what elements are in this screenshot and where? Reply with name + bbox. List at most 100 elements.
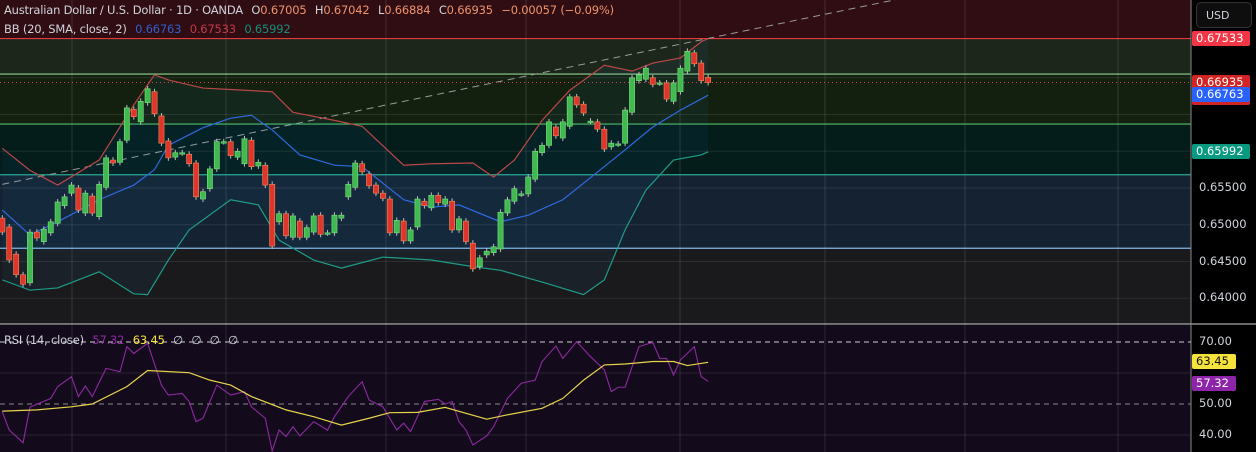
- candle-up: [622, 109, 628, 144]
- chart-canvas[interactable]: [0, 0, 1256, 452]
- symbol-legend[interactable]: Australian Dollar / U.S. Dollar · 1D · O…: [4, 3, 619, 17]
- candle-up: [96, 184, 103, 217]
- rsi-tick-label: 50.00: [1199, 396, 1232, 410]
- candle-down: [283, 213, 289, 237]
- candle-down: [158, 115, 165, 144]
- bb-upper-value: 0.67533: [189, 22, 236, 36]
- candle-down: [359, 163, 366, 173]
- candle-down: [20, 274, 26, 285]
- candle-up: [642, 67, 649, 80]
- candle-down: [663, 82, 670, 100]
- price-tick-label: 0.65500: [1199, 180, 1247, 194]
- candle-up: [483, 250, 490, 256]
- candle-up: [338, 214, 345, 219]
- candle-up: [456, 218, 462, 231]
- candle-down: [227, 141, 234, 156]
- rsi-extra-1: ∅: [173, 333, 183, 347]
- rsi-tick-label: 70.00: [1199, 334, 1232, 348]
- candle-up: [525, 176, 532, 195]
- candle-down: [421, 200, 428, 206]
- candle-down: [449, 200, 455, 231]
- candle-up: [497, 211, 504, 250]
- candle-up: [684, 50, 691, 72]
- candle-down: [13, 253, 20, 276]
- candle-up: [54, 201, 61, 224]
- bb-label: BB (20, SMA, close, 2): [4, 22, 127, 36]
- candle-up: [352, 162, 359, 188]
- change-value: −0.00057 (−0.09%): [501, 3, 614, 17]
- bb-legend[interactable]: BB (20, SMA, close, 2) 0.66763 0.67533 0…: [4, 22, 295, 36]
- candle-up: [310, 215, 317, 233]
- symbol-title: Australian Dollar / U.S. Dollar · 1D · O…: [4, 3, 243, 17]
- candle-up: [179, 152, 186, 155]
- candle-up: [200, 191, 206, 200]
- close-key: C: [438, 3, 447, 17]
- rsi-extra-4: ∅: [228, 333, 238, 347]
- candle-down: [649, 77, 656, 85]
- candle-up: [414, 198, 421, 228]
- candle-up: [324, 232, 331, 235]
- candle-up: [442, 198, 449, 205]
- candle-up: [428, 195, 435, 209]
- candle-up: [207, 168, 213, 190]
- candle-up: [303, 227, 310, 238]
- candle-up: [290, 215, 296, 238]
- rsi-label: RSI (14, close): [4, 333, 84, 347]
- candle-up: [345, 184, 352, 198]
- candle-down: [296, 220, 303, 238]
- candle-down: [705, 77, 712, 83]
- candle-down: [186, 153, 193, 165]
- candle-down: [6, 226, 13, 261]
- candle-up: [117, 141, 123, 163]
- candle-up: [255, 161, 262, 167]
- candle-up: [656, 82, 663, 85]
- candle-up: [407, 229, 414, 242]
- candle-up: [276, 213, 282, 223]
- candle-down: [151, 91, 158, 115]
- candle-up: [670, 82, 677, 102]
- open-value: 0.67005: [260, 3, 307, 17]
- candle-down: [33, 231, 40, 239]
- candle-up: [393, 220, 400, 234]
- candle-down: [130, 109, 137, 118]
- candle-up: [532, 150, 539, 180]
- candle-up: [476, 257, 483, 267]
- low-value: 0.66884: [384, 3, 431, 17]
- candle-up: [587, 120, 594, 123]
- candle-up: [61, 196, 68, 206]
- candle-down: [317, 214, 324, 235]
- candle-down: [463, 220, 469, 242]
- candle-up: [234, 150, 241, 158]
- candle-up: [123, 107, 130, 141]
- candle-down: [400, 220, 407, 242]
- candle-up: [518, 193, 525, 196]
- rsi-extra-2: ∅: [191, 333, 202, 347]
- rsi-value: 57.32: [92, 333, 125, 347]
- candle-up: [172, 152, 179, 158]
- candle-down: [0, 217, 6, 233]
- candle-down: [89, 195, 96, 214]
- candle-down: [691, 52, 698, 65]
- candle-up: [144, 88, 151, 104]
- candle-up: [40, 228, 47, 242]
- candle-down: [269, 184, 276, 247]
- candle-up: [241, 138, 248, 165]
- candle-down: [193, 162, 199, 198]
- candle-up: [220, 141, 227, 144]
- price-tick-label: 0.64500: [1199, 253, 1247, 268]
- candle-down: [469, 242, 476, 270]
- candle-up: [608, 142, 615, 148]
- candle-up: [103, 157, 109, 188]
- rsi-tick-label: 40.00: [1199, 427, 1232, 441]
- candle-up: [629, 77, 635, 113]
- currency-button[interactable]: USD: [1196, 2, 1252, 28]
- candle-up: [82, 192, 89, 214]
- candle-down: [435, 195, 442, 204]
- rsi-legend[interactable]: RSI (14, close) 57.32 63.45 ∅ ∅ ∅ ∅: [4, 333, 243, 347]
- candle-down: [552, 126, 559, 137]
- rsi-ma-tag: 63.45: [1192, 354, 1236, 370]
- candle-up: [137, 100, 144, 123]
- candle-up: [331, 214, 338, 234]
- candle-down: [601, 128, 608, 150]
- bb-lower-value: 0.65992: [244, 22, 291, 36]
